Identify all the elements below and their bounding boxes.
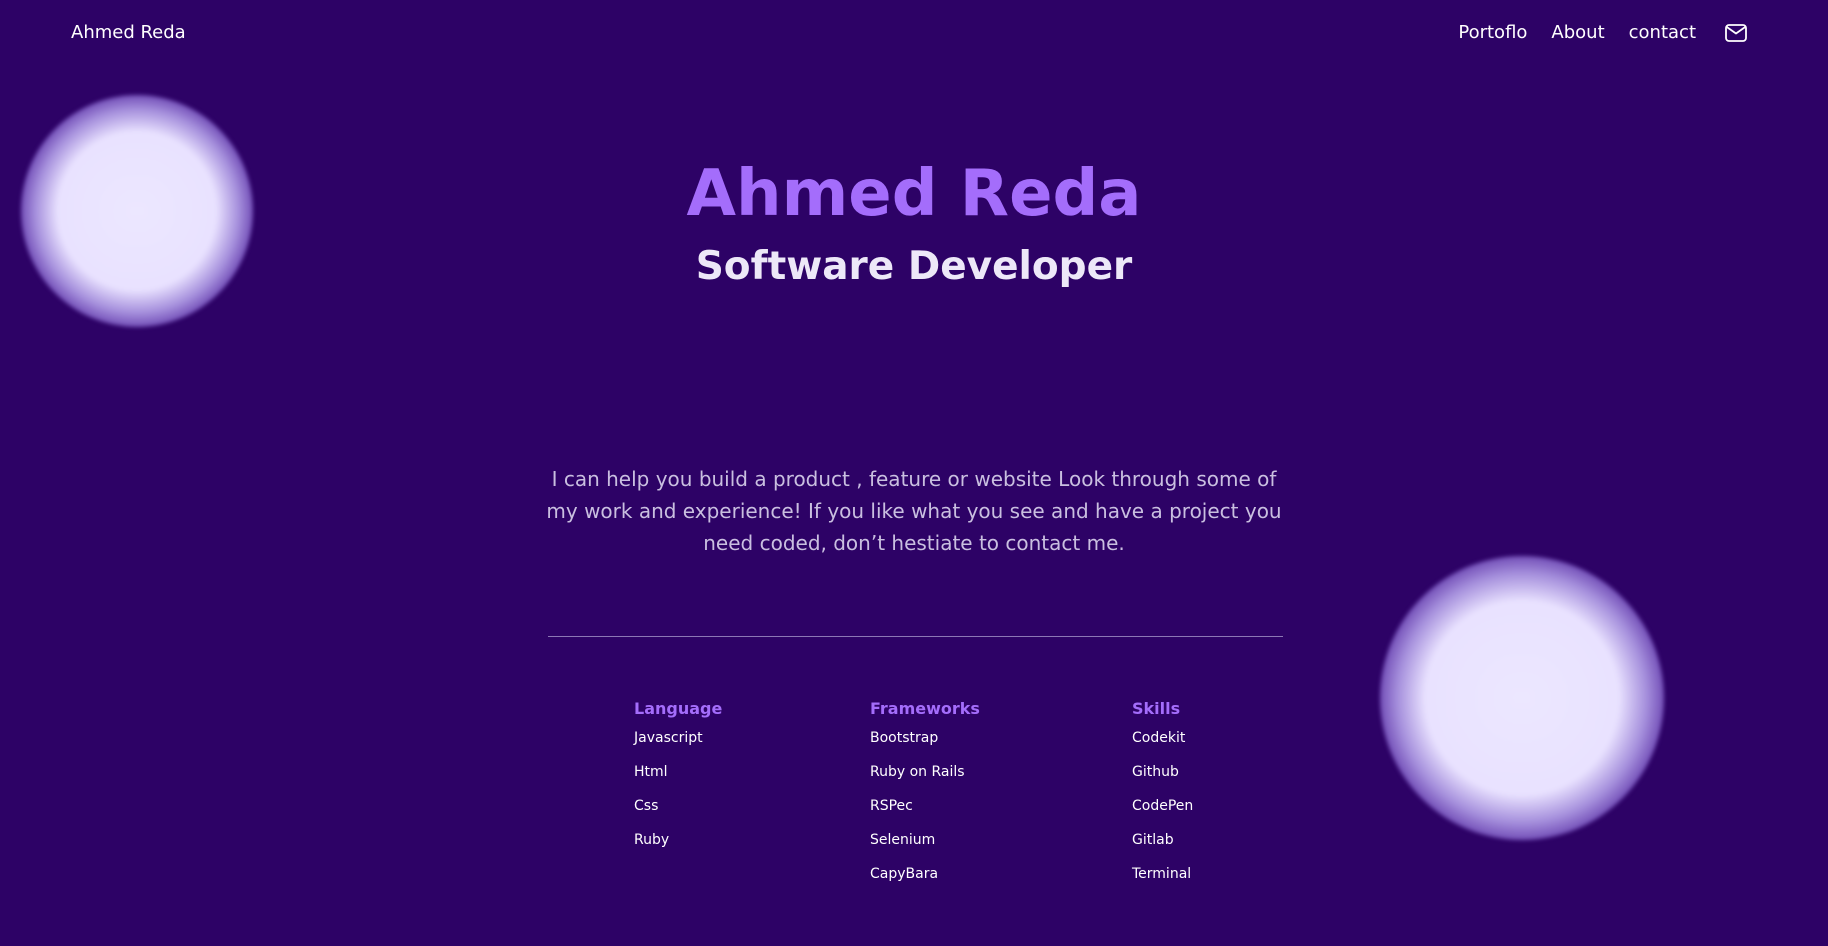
nav-links: Portoflo About contact: [1458, 20, 1748, 46]
language-list: Javascript Html Css Ruby: [634, 728, 722, 850]
section-divider: [548, 636, 1283, 637]
hero-name: Ahmed Reda: [686, 157, 1142, 231]
skills-list: Codekit Github CodePen Gitlab Terminal: [1132, 728, 1193, 884]
list-item: Bootstrap: [870, 730, 939, 746]
list-item: CapyBara: [870, 866, 939, 882]
mail-icon[interactable]: [1724, 21, 1748, 45]
frameworks-list: Bootstrap Ruby on Rails RSPec Selenium C…: [870, 728, 980, 884]
list-item: Ruby on Rails: [870, 764, 965, 780]
list-item: Ruby: [634, 832, 670, 848]
intro-paragraph: I can help you build a product , feature…: [546, 467, 1282, 555]
frameworks-column: Frameworks Bootstrap Ruby on Rails RSPec…: [870, 698, 980, 898]
nav-link-portfolio[interactable]: Portoflo: [1458, 20, 1527, 46]
list-item: RSPec: [870, 798, 913, 814]
hero-role: Software Developer: [695, 244, 1133, 289]
nav-link-about[interactable]: About: [1551, 20, 1604, 46]
skills-title: Skills: [1132, 699, 1181, 718]
language-title: Language: [634, 699, 723, 718]
list-item: Selenium: [870, 832, 936, 848]
list-item: CodePen: [1132, 798, 1194, 814]
brand-link[interactable]: Ahmed Reda: [71, 21, 186, 45]
navbar: Ahmed Reda Portoflo About contact: [0, 0, 1828, 66]
list-item: Html: [634, 764, 668, 780]
list-item: Gitlab: [1132, 832, 1174, 848]
list-item: Terminal: [1132, 866, 1192, 882]
frameworks-title: Frameworks: [870, 699, 980, 718]
language-column: Language Javascript Html Css Ruby: [634, 698, 722, 864]
list-item: Css: [634, 798, 659, 814]
nav-link-contact[interactable]: contact: [1629, 20, 1696, 46]
list-item: Github: [1132, 764, 1179, 780]
decorative-glow-right: [1380, 556, 1664, 840]
list-item: Javascript: [634, 730, 703, 746]
skills-column: Skills Codekit Github CodePen Gitlab Ter…: [1132, 698, 1193, 898]
list-item: Codekit: [1132, 730, 1186, 746]
